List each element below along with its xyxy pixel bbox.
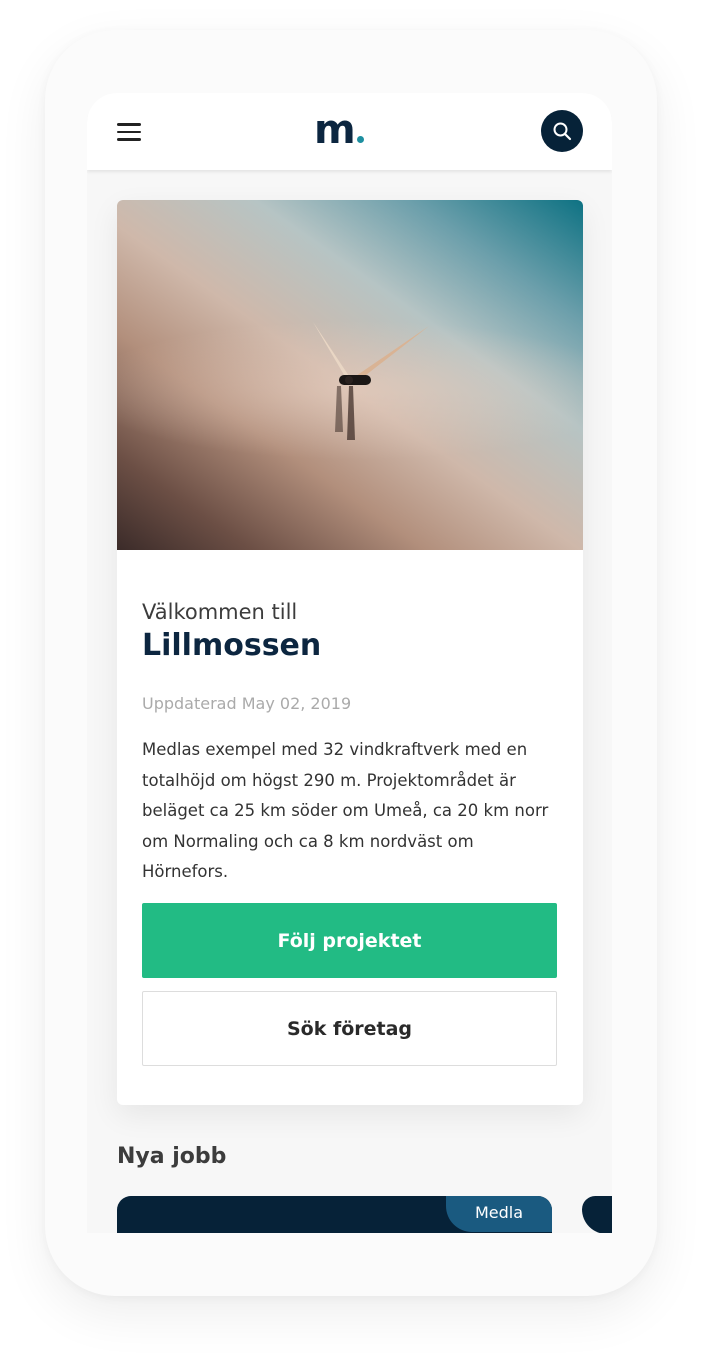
logo[interactable]: m — [314, 107, 356, 153]
wind-turbine-image — [313, 322, 429, 440]
search-company-button[interactable]: Sök företag — [142, 991, 557, 1066]
project-hero-image — [117, 200, 583, 550]
follow-project-button[interactable]: Följ projektet — [142, 903, 557, 978]
new-jobs-heading: Nya jobb — [117, 1144, 227, 1169]
search-icon — [553, 122, 572, 141]
welcome-text: Välkommen till — [142, 600, 298, 624]
project-title: Lillmossen — [142, 628, 322, 663]
hamburger-menu-icon[interactable] — [117, 123, 141, 141]
project-description: Medlas exempel med 32 vindkraftverk med … — [142, 740, 549, 881]
job-company-tag: Medla — [446, 1196, 552, 1232]
logo-dot — [357, 136, 364, 143]
job-card-next[interactable] — [582, 1196, 612, 1233]
job-card[interactable]: Medla — [117, 1196, 552, 1233]
search-button[interactable] — [541, 110, 583, 152]
project-card: Välkommen till Lillmossen Uppdaterad May… — [117, 200, 583, 1105]
app-header: m — [87, 93, 612, 170]
updated-date: Uppdaterad May 02, 2019 — [142, 694, 352, 713]
app-screen: m Välkommen till Lillmossen Uppdaterad M… — [87, 93, 612, 1233]
